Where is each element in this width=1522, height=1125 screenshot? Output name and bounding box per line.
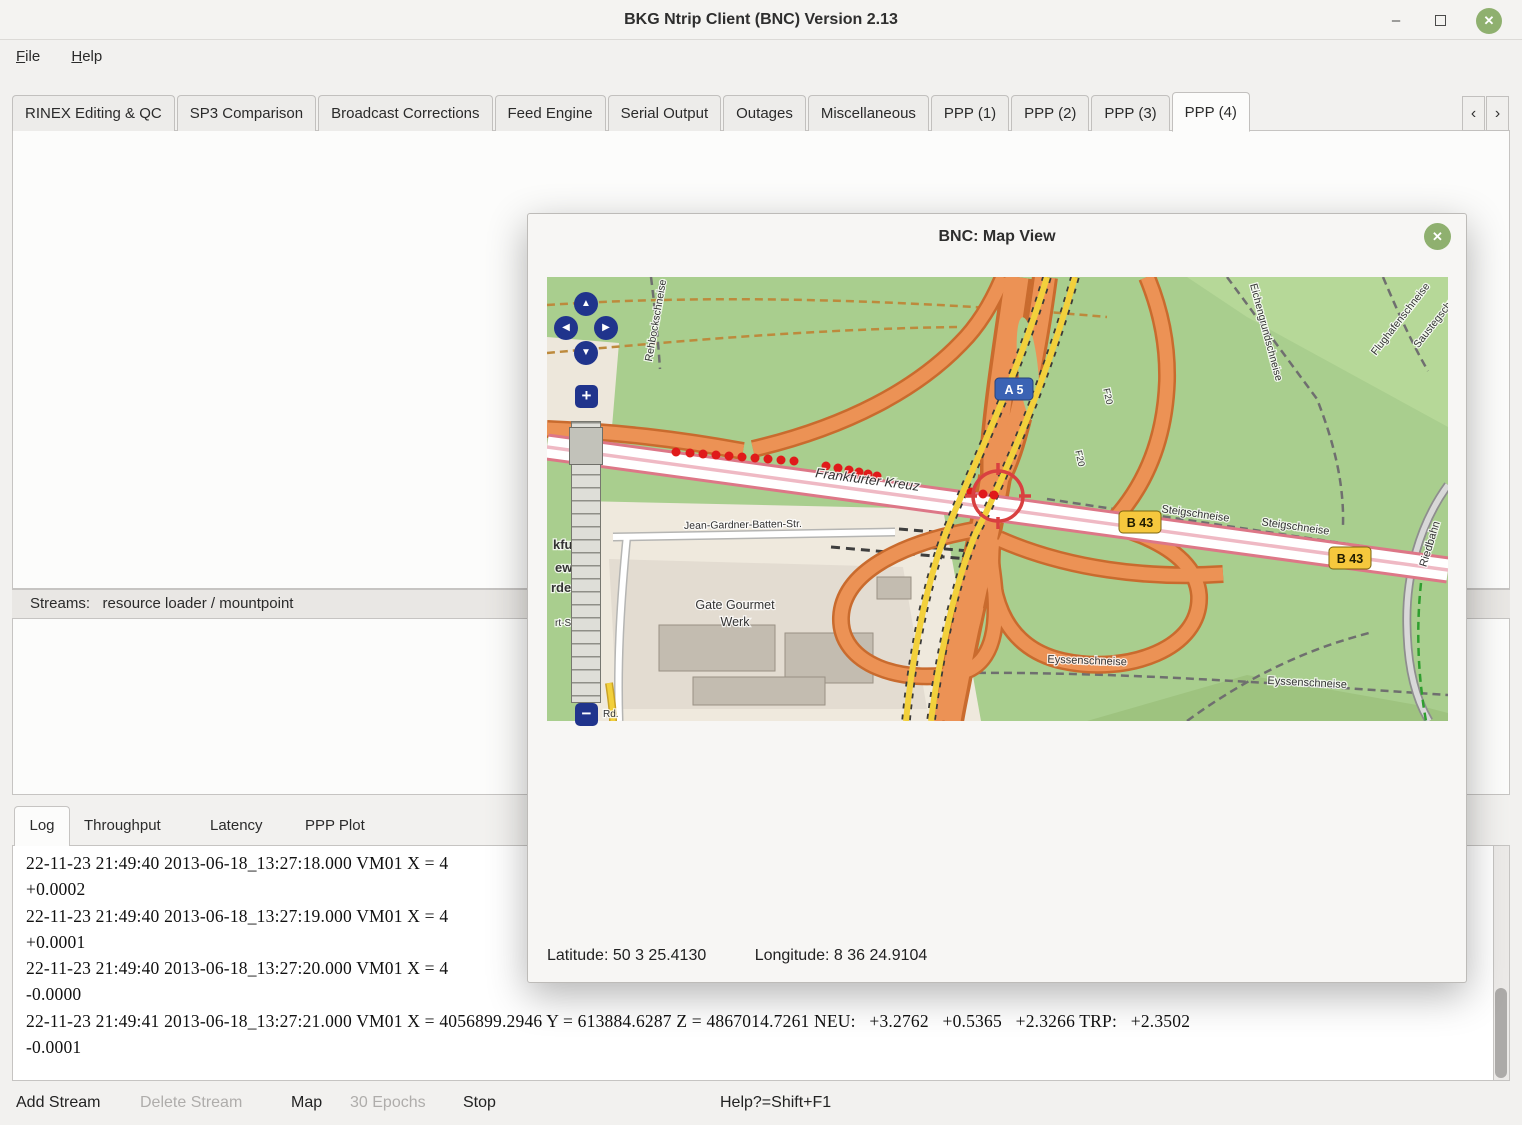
map-label-rd-fragment: Rd. <box>603 709 619 720</box>
zoom-in-button[interactable]: + <box>575 385 598 408</box>
toolbar-item-4[interactable]: Stop <box>463 1081 496 1125</box>
b43-road-shield: B 43 <box>1119 511 1161 533</box>
pan-up-button[interactable]: ▲ <box>574 292 598 316</box>
longitude-value: Longitude: 8 36 24.9104 <box>755 947 928 964</box>
b43-road-shield: B 43 <box>1329 547 1371 569</box>
maximize-icon <box>1435 15 1446 26</box>
tab-sp3-comparison[interactable]: SP3 Comparison <box>177 95 316 131</box>
tab-log[interactable]: Log <box>14 806 70 846</box>
window-titlebar[interactable]: BKG Ntrip Client (BNC) Version 2.13 – ✕ <box>0 0 1522 40</box>
toolbar-item-3: 30 Epochs <box>350 1081 426 1125</box>
close-button[interactable]: ✕ <box>1476 8 1502 34</box>
dialog-close-button[interactable]: ✕ <box>1424 223 1451 250</box>
coordinate-readout: Latitude: 50 3 25.4130 Longitude: 8 36 2… <box>547 947 927 965</box>
toolbar-item-2[interactable]: Map <box>291 1081 322 1125</box>
tab-miscellaneous[interactable]: Miscellaneous <box>808 95 929 131</box>
log-line: -0.0000 <box>26 981 1485 1007</box>
latitude-value: Latitude: 50 3 25.4130 <box>547 947 706 964</box>
tab-ppp-plot[interactable]: PPP Plot <box>305 806 365 846</box>
svg-text:A 5: A 5 <box>1005 383 1024 397</box>
tab-bar: RINEX Editing & QC SP3 Comparison Broadc… <box>12 92 1458 131</box>
toolbar-item-0[interactable]: Add Stream <box>16 1081 100 1125</box>
map-view-dialog: BNC: Map View ✕ <box>527 213 1467 983</box>
minimize-button[interactable]: – <box>1383 8 1409 34</box>
help-shortcut-label: Help?=Shift+F1 <box>720 1081 831 1125</box>
a5-road-shield: A 5 <box>995 378 1033 400</box>
log-scrollbar-thumb[interactable] <box>1495 988 1507 1078</box>
tab-outages[interactable]: Outages <box>723 95 806 131</box>
tab-broadcast-corrections[interactable]: Broadcast Corrections <box>318 95 492 131</box>
window-title: BKG Ntrip Client (BNC) Version 2.13 <box>0 0 1522 40</box>
tab-serial-output[interactable]: Serial Output <box>608 95 722 131</box>
tab-feed-engine[interactable]: Feed Engine <box>495 95 606 131</box>
map-canvas[interactable]: A 5 B 43 B 43 Frankfurter Kreuz Jean-Gar… <box>547 277 1448 721</box>
map-label-gate-gourmet-werk: Werk <box>721 615 751 629</box>
tab-rinex-editing-qc[interactable]: RINEX Editing & QC <box>12 95 175 131</box>
pan-down-button[interactable]: ▼ <box>574 341 598 365</box>
pan-right-button[interactable]: ▶ <box>594 316 618 340</box>
dialog-titlebar[interactable]: BNC: Map View ✕ <box>528 214 1466 260</box>
menu-file[interactable]: File <box>5 41 51 72</box>
bottom-toolbar: Add Stream Delete Stream Map 30 Epochs S… <box>0 1081 1522 1125</box>
tab-ppp-3[interactable]: PPP (3) <box>1091 95 1169 131</box>
map-label-gate-gourmet: Gate Gourmet <box>695 598 775 612</box>
log-line: 22-11-23 21:49:41 2013-06-18_13:27:21.00… <box>26 1008 1485 1034</box>
maximize-button[interactable] <box>1427 8 1453 34</box>
tab-scroll-right-button[interactable]: › <box>1486 96 1509 131</box>
svg-text:B 43: B 43 <box>1337 552 1363 566</box>
map-label-jean-gardner: Jean-Gardner-Batten-Str. <box>684 518 802 532</box>
tab-scroll-left-button[interactable]: ‹ <box>1462 96 1485 131</box>
zoom-slider-handle[interactable] <box>569 427 603 465</box>
svg-text:B 43: B 43 <box>1127 516 1153 530</box>
menu-help[interactable]: Help <box>60 41 113 72</box>
menubar: File Help <box>0 41 1522 77</box>
zoom-out-button[interactable]: − <box>575 703 598 726</box>
toolbar-item-1: Delete Stream <box>140 1081 242 1125</box>
tab-ppp-4[interactable]: PPP (4) <box>1172 92 1250 132</box>
tab-throughput[interactable]: Throughput <box>84 806 161 846</box>
tab-latency[interactable]: Latency <box>210 806 263 846</box>
tab-ppp-2[interactable]: PPP (2) <box>1011 95 1089 131</box>
log-line: -0.0001 <box>26 1034 1485 1060</box>
pan-left-button[interactable]: ◀ <box>554 316 578 340</box>
dialog-title: BNC: Map View <box>528 214 1466 260</box>
map-frame: A 5 B 43 B 43 Frankfurter Kreuz Jean-Gar… <box>547 277 1448 721</box>
tab-ppp-1[interactable]: PPP (1) <box>931 95 1009 131</box>
